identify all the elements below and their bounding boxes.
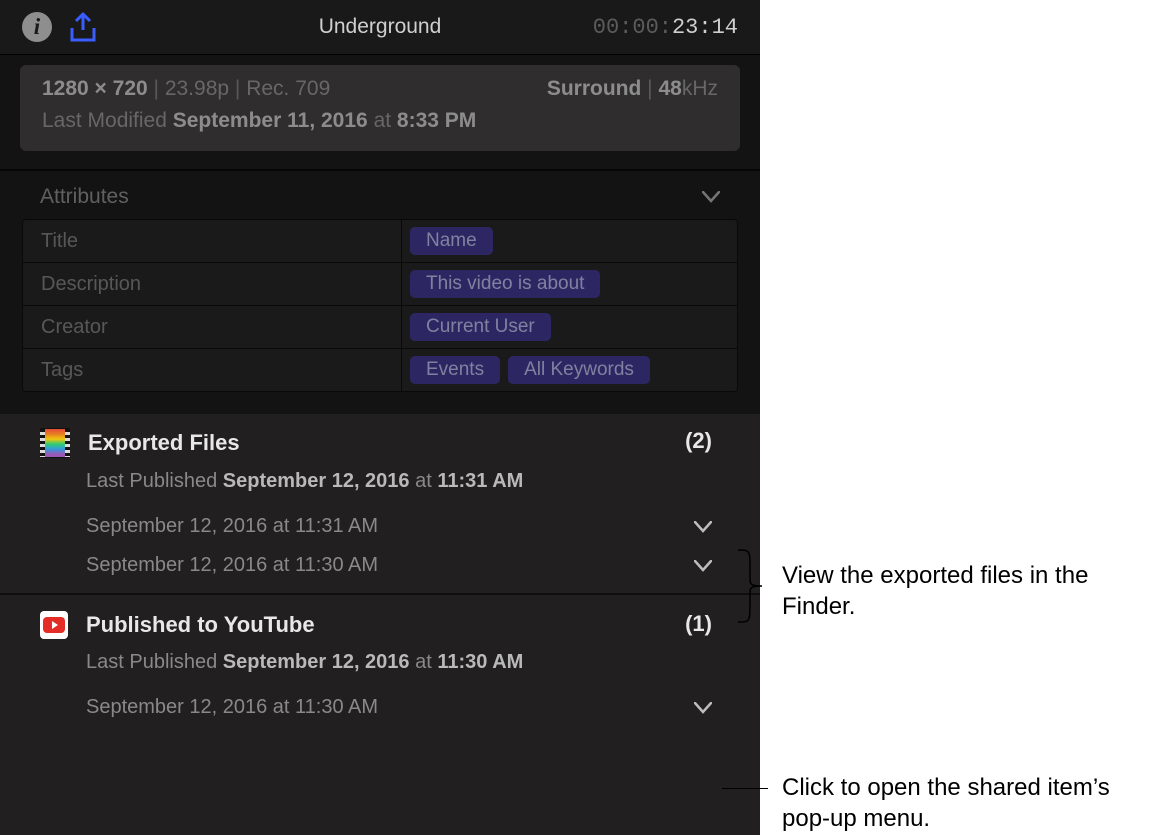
share-item-row[interactable]: September 12, 2016 at 11:30 AM [86,688,720,727]
share-inspector-panel: i Underground 00:00:23:14 1280 × 720 | [0,0,760,835]
group-last-published: Last Published September 12, 2016 at 11:… [86,470,720,493]
clip-frame-rate: 23.98p [165,77,229,100]
group-header: Exported Files (2) [40,428,720,458]
attribute-token[interactable]: Events [410,356,500,384]
share-item-date: September 12, 2016 at 11:31 AM [86,515,378,538]
group-title: Published to YouTube [86,612,315,638]
share-item-row[interactable]: September 12, 2016 at 11:31 AM [86,507,720,546]
exported-files-group: Exported Files (2) Last Published Septembe… [0,412,760,593]
attribute-row: Tags Events All Keywords [22,349,738,392]
attribute-value[interactable]: Name [402,220,737,262]
attribute-token[interactable]: This video is about [410,270,600,298]
group-count: (2) [685,428,712,454]
chevron-down-icon[interactable] [702,191,720,203]
modified-time: 8:33 PM [397,109,476,132]
share-groups: Exported Files (2) Last Published Septembe… [0,412,760,735]
share-item-row[interactable]: September 12, 2016 at 11:30 AM [86,546,720,585]
share-item-date: September 12, 2016 at 11:30 AM [86,696,378,719]
attribute-token[interactable]: Current User [410,313,551,341]
group-title: Exported Files [88,430,240,456]
attribute-value[interactable]: This video is about [402,263,737,305]
clip-duration: 00:00:23:14 [593,15,738,40]
chevron-down-icon[interactable] [694,560,712,572]
attribute-row: Title Name [22,219,738,263]
attribute-label: Tags [23,349,402,391]
attribute-label: Description [23,263,402,305]
clip-summary-wrap: 1280 × 720 | 23.98p | Rec. 709 Surround … [0,55,760,151]
attribute-row: Creator Current User [22,306,738,349]
clip-color-space: Rec. 709 [246,77,330,100]
chevron-down-icon[interactable] [694,702,712,714]
group-count: (1) [685,611,712,637]
modified-date: September 11, 2016 [173,109,368,132]
clip-info-box: 1280 × 720 | 23.98p | Rec. 709 Surround … [20,65,740,151]
attribute-value[interactable]: Current User [402,306,737,348]
attribute-value[interactable]: Events All Keywords [402,349,737,391]
modified-label: Last Modified [42,109,167,132]
attributes-table: Title Name Description This video is about C… [0,219,760,406]
group-last-published: Last Published September 12, 2016 at 11:… [86,651,720,674]
clip-audio-rate: 48 [658,77,681,100]
attribute-row: Description This video is about [22,263,738,306]
attribute-token[interactable]: All Keywords [508,356,650,384]
attributes-header: Attributes [40,185,129,209]
clip-audio-unit: kHz [682,77,718,100]
callout-exported-files: View the exported files in the Finder. [782,560,1142,622]
attribute-label: Creator [23,306,402,348]
attributes-header-row[interactable]: Attributes [0,171,760,219]
clip-resolution: 1280 × 720 [42,77,148,100]
attribute-label: Title [23,220,402,262]
clip-audio-mode: Surround [547,77,642,100]
callout-popup-menu: Click to open the shared item’s pop-up m… [782,772,1152,834]
attribute-token[interactable]: Name [410,227,493,255]
film-strip-icon [40,428,70,458]
group-header: Published to YouTube (1) [40,611,720,639]
youtube-icon [40,611,68,639]
published-youtube-group: Published to YouTube (1) Last Published Se… [0,593,760,735]
inspector-header: i Underground 00:00:23:14 [0,0,760,55]
share-item-date: September 12, 2016 at 11:30 AM [86,554,378,577]
chevron-down-icon[interactable] [694,521,712,533]
